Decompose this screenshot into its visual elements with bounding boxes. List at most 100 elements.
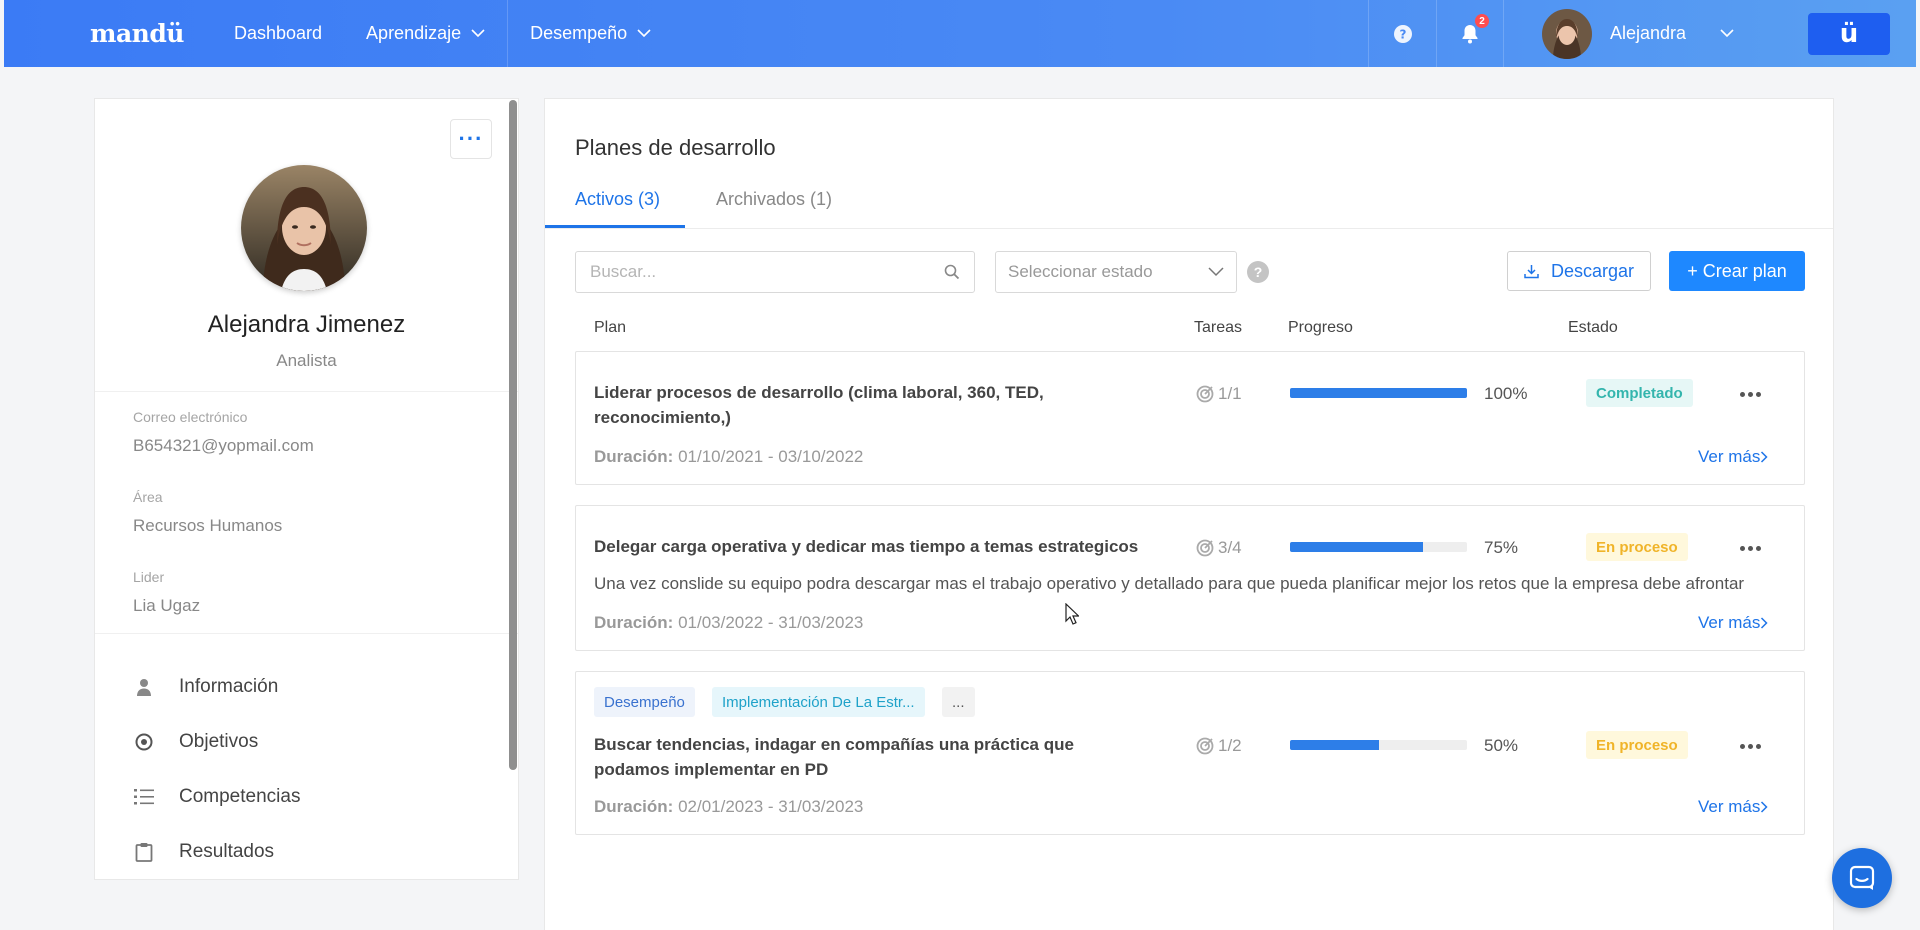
brand-app-button[interactable]: ü: [1808, 12, 1890, 55]
search-box[interactable]: [575, 251, 975, 293]
svg-text:?: ?: [1399, 27, 1406, 41]
plan-more-icon[interactable]: [1740, 744, 1761, 749]
nav-desempeno-label: Desempeño: [530, 23, 628, 43]
column-header-tasks: Tareas: [1194, 319, 1243, 336]
target-arrow-icon: [1196, 385, 1214, 403]
user-avatar: [1542, 8, 1592, 59]
create-plan-button[interactable]: + Crear plan: [1669, 251, 1805, 291]
download-button[interactable]: Descargar: [1507, 251, 1651, 291]
area-label: Área: [133, 489, 163, 505]
duration-label: Duración:: [594, 447, 674, 466]
plan-tasks-count: 1/1: [1218, 384, 1242, 403]
plan-card[interactable]: Liderar procesos de desarrollo (clima la…: [575, 351, 1805, 485]
plan-duration: Duración: 01/03/2022 - 31/03/2023: [594, 613, 863, 633]
plan-progress-label: 100%: [1484, 384, 1528, 403]
development-plans-panel: Planes de desarrollo Activos (3) Archiva…: [544, 98, 1834, 930]
column-header-progress: Progreso: [1288, 319, 1353, 336]
profile-menu-competencias[interactable]: Competencias: [133, 786, 300, 808]
user-menu[interactable]: Alejandra: [1504, 0, 1758, 67]
profile-menu-resultados[interactable]: Resultados: [133, 841, 274, 863]
plan-card[interactable]: Delegar carga operativa y dedicar mas ti…: [575, 505, 1805, 651]
target-icon: [133, 733, 155, 751]
chevron-right-icon: [1761, 451, 1768, 463]
see-more-link[interactable]: Ver más: [1698, 797, 1768, 817]
see-more-label: Ver más: [1698, 613, 1761, 632]
status-select-value: Seleccionar estado: [1008, 262, 1153, 281]
download-label: Descargar: [1550, 260, 1635, 281]
plan-progress-label: 50%: [1484, 736, 1519, 755]
bell-icon: [1462, 24, 1478, 43]
nav-dashboard[interactable]: Dashboard: [212, 0, 344, 67]
duration-value: 02/01/2023 - 31/03/2023: [678, 797, 864, 816]
plan-progress-fill: [1290, 388, 1467, 398]
status-badge: En proceso: [1586, 533, 1688, 561]
profile-menu-label: Información: [179, 676, 279, 697]
profile-menu-informacion[interactable]: Información: [133, 676, 278, 698]
plan-tasks: 1/1: [1196, 384, 1242, 404]
divider: [95, 391, 518, 392]
see-more-label: Ver más: [1698, 447, 1761, 466]
plan-more-icon[interactable]: [1740, 546, 1761, 551]
plan-progress-label: 75%: [1484, 538, 1519, 557]
profile-menu-objetivos[interactable]: Objetivos: [133, 731, 258, 753]
download-icon: [1524, 264, 1539, 278]
duration-label: Duración:: [594, 613, 674, 632]
clipboard-icon: [133, 842, 155, 862]
chat-support-button[interactable]: [1832, 848, 1892, 908]
list-icon: [133, 788, 155, 806]
plan-duration: Duración: 02/01/2023 - 31/03/2023: [594, 797, 863, 817]
duration-value: 01/03/2022 - 31/03/2023: [678, 613, 864, 632]
nav-desempeno[interactable]: Desempeño: [508, 0, 673, 67]
chevron-down-icon: [471, 29, 485, 38]
mandu-logo[interactable]: mandü: [90, 19, 184, 48]
target-arrow-icon: [1196, 737, 1214, 755]
profile-scrollbar[interactable]: [509, 100, 517, 770]
plan-tasks-count: 1/2: [1218, 736, 1242, 755]
plan-card[interactable]: Desempeño Implementación De La Estr... .…: [575, 671, 1805, 835]
chevron-down-icon: [637, 29, 651, 38]
see-more-link[interactable]: Ver más: [1698, 447, 1768, 467]
see-more-label: Ver más: [1698, 797, 1761, 816]
notifications-button[interactable]: 2: [1436, 0, 1504, 67]
target-arrow-icon: [1196, 539, 1214, 557]
mouse-cursor-icon: [1065, 603, 1079, 625]
leader-label: Lider: [133, 569, 165, 585]
plan-tag: Desempeño: [594, 687, 695, 717]
plan-progress-bar: [1290, 388, 1467, 398]
help-button[interactable]: ?: [1368, 0, 1436, 67]
nav-aprendizaje-label: Aprendizaje: [366, 23, 462, 43]
plan-description: Una vez conslide su equipo podra descarg…: [594, 574, 1745, 593]
duration-value: 01/10/2021 - 03/10/2022: [678, 447, 864, 466]
top-navbar: mandü Dashboard Aprendizaje Desempeño ? …: [4, 0, 1916, 67]
status-help-icon[interactable]: ?: [1247, 261, 1269, 283]
profile-role: Analista: [276, 351, 337, 370]
plan-tabs: Activos (3) Archivados (1): [545, 179, 1833, 229]
nav-aprendizaje[interactable]: Aprendizaje: [344, 0, 507, 67]
email-label: Correo electrónico: [133, 409, 248, 425]
status-select[interactable]: Seleccionar estado: [995, 251, 1237, 293]
plan-title: Buscar tendencias, indagar en compañías …: [594, 735, 1074, 779]
see-more-link[interactable]: Ver más: [1698, 613, 1768, 633]
profile-name: Alejandra Jimenez: [207, 311, 406, 338]
tab-activos[interactable]: Activos (3): [575, 189, 660, 210]
area-value: Recursos Humanos: [133, 516, 283, 535]
tab-archivados[interactable]: Archivados (1): [716, 189, 832, 210]
profile-menu-label: Competencias: [179, 786, 301, 807]
status-badge: En proceso: [1586, 731, 1688, 759]
plan-tag-more[interactable]: ...: [942, 687, 975, 717]
plan-more-icon[interactable]: [1740, 392, 1761, 397]
plan-title: Liderar procesos de desarrollo (clima la…: [594, 383, 1044, 427]
user-name: Alejandra: [1610, 23, 1687, 43]
leader-value: Lia Ugaz: [133, 596, 201, 615]
status-badge: Completado: [1586, 379, 1693, 407]
chevron-right-icon: [1761, 801, 1768, 813]
active-tab-indicator: [545, 225, 685, 228]
more-options-button[interactable]: ···: [450, 119, 492, 159]
plan-progress-fill: [1290, 542, 1423, 552]
column-header-plan: Plan: [594, 319, 627, 336]
plan-progress-fill: [1290, 740, 1379, 750]
duration-label: Duración:: [594, 797, 674, 816]
plan-tasks-count: 3/4: [1218, 538, 1242, 557]
search-input[interactable]: [590, 262, 944, 282]
plan-tasks: 1/2: [1196, 736, 1242, 756]
